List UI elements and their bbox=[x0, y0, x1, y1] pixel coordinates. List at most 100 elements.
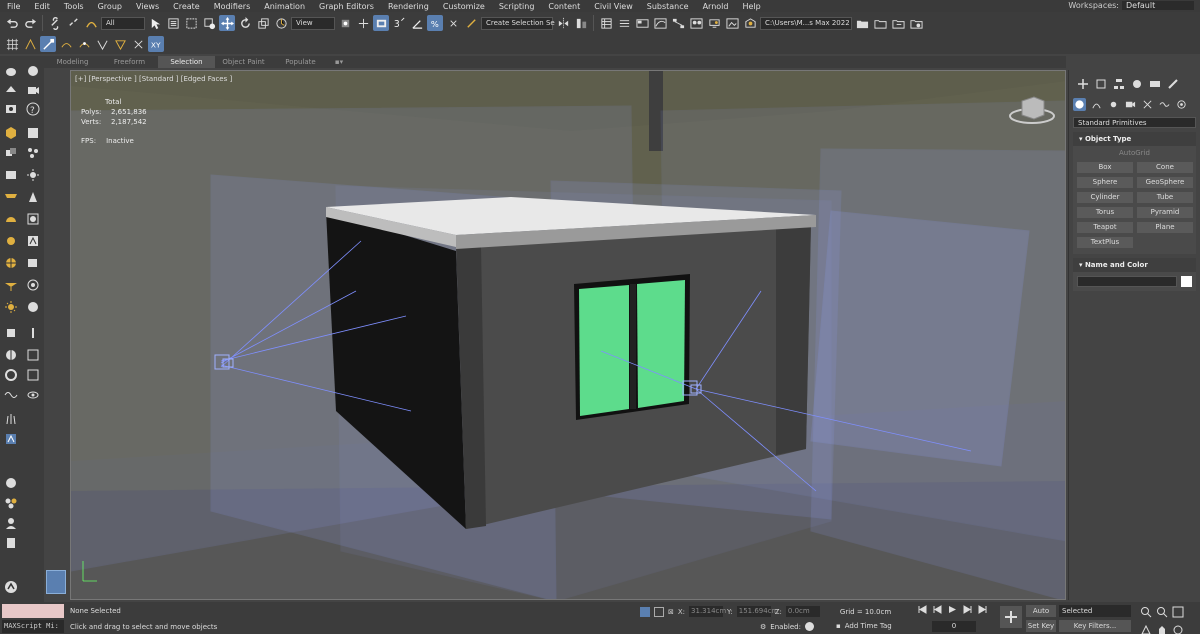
lights-category-icon[interactable] bbox=[1107, 98, 1120, 111]
go-to-start-icon[interactable] bbox=[918, 605, 927, 614]
play-icon[interactable] bbox=[948, 605, 957, 614]
maxscript-mini-listener[interactable]: MAXScript Mi: bbox=[2, 620, 64, 633]
material-editor-icon[interactable] bbox=[688, 15, 704, 31]
field-of-view-icon[interactable] bbox=[1140, 624, 1152, 634]
torus-button[interactable]: Torus bbox=[1077, 207, 1133, 218]
point-helper-icon[interactable] bbox=[26, 278, 40, 292]
target-camera-icon[interactable] bbox=[26, 256, 40, 270]
curve-editor-icon[interactable] bbox=[652, 15, 668, 31]
menu-civil-view[interactable]: Civil View bbox=[587, 2, 640, 11]
link-icon[interactable] bbox=[47, 15, 63, 31]
absolute-mode-icon[interactable]: ⊠ bbox=[668, 608, 674, 616]
time-tag-icon[interactable]: ▪ bbox=[836, 622, 841, 630]
open-project-icon[interactable] bbox=[854, 15, 870, 31]
zoom-extents-icon[interactable] bbox=[1172, 606, 1184, 620]
eye-icon[interactable] bbox=[26, 388, 40, 402]
menu-views[interactable]: Views bbox=[129, 2, 166, 11]
x-coordinate-field[interactable]: 31.314cm bbox=[689, 606, 726, 617]
select-object-icon[interactable] bbox=[147, 15, 163, 31]
snap-perpendicular-icon[interactable] bbox=[130, 36, 146, 52]
toggle-ribbon-icon[interactable] bbox=[634, 15, 650, 31]
modify-tab-icon[interactable] bbox=[1095, 78, 1107, 90]
project-folder-icon[interactable] bbox=[872, 15, 888, 31]
teapot-icon[interactable] bbox=[4, 64, 18, 78]
menu-edit[interactable]: Edit bbox=[27, 2, 57, 11]
edit-named-selection-icon[interactable] bbox=[463, 15, 479, 31]
spinner-snap-icon[interactable] bbox=[445, 15, 461, 31]
move-icon[interactable] bbox=[219, 15, 235, 31]
menu-animation[interactable]: Animation bbox=[257, 2, 312, 11]
motion-tab-icon[interactable] bbox=[1131, 78, 1143, 90]
perspective-viewport[interactable]: [+] [Perspective ] [Standard ] [Edged Fa… bbox=[70, 70, 1066, 600]
hierarchy-tab-icon[interactable] bbox=[1113, 78, 1125, 90]
shapes-category-icon[interactable] bbox=[1090, 98, 1103, 111]
snap-endpoint-icon[interactable] bbox=[58, 36, 74, 52]
ies-sun-icon[interactable] bbox=[4, 278, 18, 292]
plane-button[interactable]: Plane bbox=[1137, 222, 1193, 233]
patch-icon[interactable] bbox=[4, 168, 18, 182]
cone-button[interactable]: Cone bbox=[1137, 162, 1193, 173]
snap-grid-icon[interactable] bbox=[4, 36, 20, 52]
skylight-icon[interactable] bbox=[4, 190, 18, 204]
pan-icon[interactable] bbox=[1156, 624, 1168, 634]
rectangular-selection-icon[interactable] bbox=[183, 15, 199, 31]
wave-icon[interactable] bbox=[4, 388, 18, 402]
ribbon-options-icon[interactable]: ▪▾ bbox=[329, 56, 349, 68]
tab-object-paint[interactable]: Object Paint bbox=[215, 56, 272, 68]
menu-group[interactable]: Group bbox=[91, 2, 129, 11]
object-color-swatch[interactable] bbox=[1181, 276, 1192, 287]
scene-explorer-icon[interactable] bbox=[598, 15, 614, 31]
daylight-icon[interactable] bbox=[4, 300, 18, 314]
utilities-tab-icon[interactable] bbox=[1167, 78, 1179, 90]
viewport-label[interactable]: [+] [Perspective ] [Standard ] [Edged Fa… bbox=[75, 75, 232, 83]
rotate-icon[interactable] bbox=[237, 15, 253, 31]
sphere-button[interactable]: Sphere bbox=[1077, 177, 1133, 188]
workspaces-dropdown[interactable]: Default bbox=[1122, 1, 1194, 10]
geosphere-icon[interactable] bbox=[4, 256, 18, 270]
align-icon[interactable] bbox=[573, 15, 589, 31]
key-filters-button[interactable]: Key Filters... bbox=[1059, 620, 1131, 632]
pivot-point-icon[interactable] bbox=[337, 15, 353, 31]
plane-helper-icon[interactable] bbox=[26, 368, 40, 382]
grass-icon[interactable] bbox=[4, 412, 18, 426]
box-button[interactable]: Box bbox=[1077, 162, 1133, 173]
folder-settings-icon[interactable] bbox=[908, 15, 924, 31]
menu-graph-editors[interactable]: Graph Editors bbox=[312, 2, 381, 11]
shapes-icon[interactable] bbox=[26, 126, 40, 140]
add-time-tag-label[interactable]: Add Time Tag bbox=[845, 622, 892, 630]
snap-vertex-icon[interactable] bbox=[40, 36, 56, 52]
object-name-input[interactable] bbox=[1077, 276, 1177, 287]
particles-icon[interactable] bbox=[26, 146, 40, 160]
menu-content[interactable]: Content bbox=[541, 2, 587, 11]
scale-icon[interactable] bbox=[255, 15, 271, 31]
rendered-frame-window-icon[interactable] bbox=[724, 15, 740, 31]
geosphere-button[interactable]: GeoSphere bbox=[1137, 177, 1193, 188]
compound-icon[interactable] bbox=[4, 146, 18, 160]
project-folder-dropdown[interactable]: C:\Users\M...s Max 2022 bbox=[760, 16, 852, 30]
menu-scripting[interactable]: Scripting bbox=[492, 2, 542, 11]
primitive-type-dropdown[interactable]: Standard Primitives bbox=[1073, 117, 1196, 128]
photometric-light-icon[interactable] bbox=[26, 234, 40, 248]
zoom-all-icon[interactable] bbox=[1156, 606, 1168, 620]
render-production-icon[interactable] bbox=[742, 15, 758, 31]
box-helper-icon[interactable] bbox=[26, 348, 40, 362]
tab-populate[interactable]: Populate bbox=[272, 56, 329, 68]
autogrid-checkbox[interactable]: AutoGrid bbox=[1073, 146, 1196, 160]
window-crossing-icon[interactable] bbox=[201, 15, 217, 31]
tube-button[interactable]: Tube bbox=[1137, 192, 1193, 203]
y-coordinate-field[interactable]: 151.694cm bbox=[736, 606, 778, 617]
undo-icon[interactable] bbox=[4, 15, 20, 31]
tab-selection[interactable]: Selection bbox=[158, 56, 215, 68]
bind-space-warp-icon[interactable] bbox=[83, 15, 99, 31]
current-frame-field[interactable]: 0 bbox=[932, 621, 976, 632]
render-setup-icon[interactable] bbox=[706, 15, 722, 31]
pyramid-button[interactable]: Pyramid bbox=[1137, 207, 1193, 218]
layer-explorer-icon[interactable] bbox=[616, 15, 632, 31]
menu-rendering[interactable]: Rendering bbox=[381, 2, 436, 11]
sphere-gizmo-icon[interactable] bbox=[4, 476, 18, 490]
cylinder-icon[interactable] bbox=[4, 326, 18, 340]
asset-tracking-icon[interactable] bbox=[890, 15, 906, 31]
menu-tools[interactable]: Tools bbox=[57, 2, 91, 11]
torus-icon[interactable] bbox=[4, 368, 18, 382]
tape-icon[interactable] bbox=[26, 326, 40, 340]
